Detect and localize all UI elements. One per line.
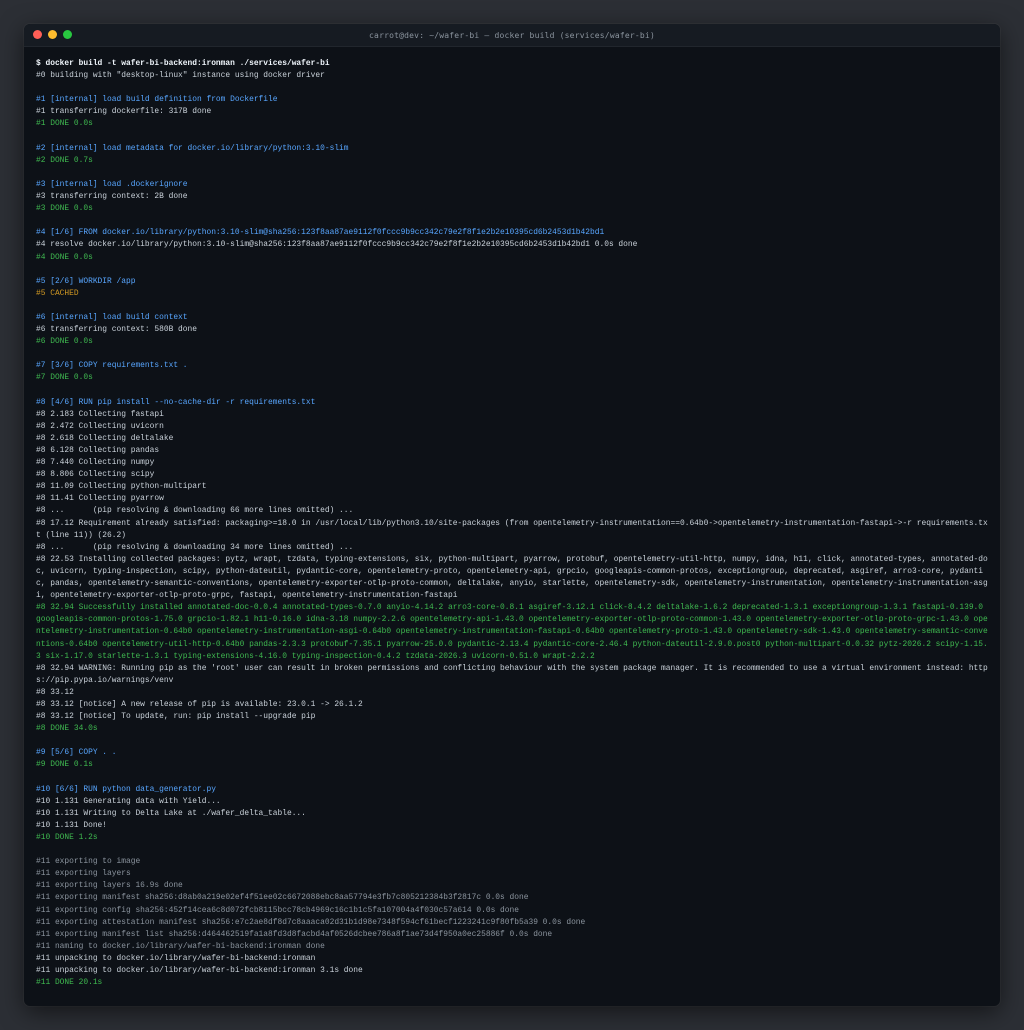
terminal-line: #0 building with "desktop-linux" instanc… (36, 71, 325, 81)
terminal-line: #5 CACHED (36, 288, 79, 298)
terminal-line: #11 exporting config sha256:452f14cea6c8… (36, 905, 519, 915)
terminal-line: #8 6.128 Collecting pandas (36, 446, 160, 455)
terminal-line: #6 transferring context: 580B done (36, 325, 197, 335)
terminal-line: #8 2.183 Collecting fastapi (36, 409, 164, 419)
terminal-line: #8 DONE 34.0s (36, 724, 98, 734)
minimize-window-button[interactable] (48, 30, 57, 39)
terminal-line: #8 33.12 (36, 687, 74, 697)
terminal-line: #3 [internal] load .dockerignore (36, 179, 188, 189)
terminal-line: #9 [5/6] COPY . . (36, 748, 117, 758)
terminal-line: #7 [3/6] COPY requirements.txt . (36, 361, 188, 371)
terminal-line: #9 DONE 0.1s (36, 760, 93, 770)
terminal-line: #8 7.440 Collecting numpy (36, 458, 155, 468)
terminal-line: #8 11.09 Collecting python-multipart (36, 482, 207, 492)
terminal-line: #4 [1/6] FROM docker.io/library/python:3… (36, 228, 605, 238)
terminal-line: #2 [internal] load metadata for docker.i… (36, 143, 349, 153)
terminal-line: $ docker build -t wafer-bi-backend:ironm… (36, 59, 330, 68)
terminal-line: #10 1.131 Writing to Delta Lake at ./waf… (36, 808, 306, 818)
terminal-output[interactable]: $ docker build -t wafer-bi-backend:ironm… (24, 47, 1000, 1002)
terminal-line: #11 exporting manifest list sha256:d4644… (36, 929, 553, 939)
terminal-line: #8 2.618 Collecting deltalake (36, 433, 174, 443)
terminal-line: #8 22.53 Installing collected packages: … (36, 554, 988, 601)
terminal-line: #10 1.131 Generating data with Yield... (36, 796, 221, 806)
terminal-line: #11 exporting layers (36, 869, 131, 879)
terminal-line: #6 [internal] load build context (36, 312, 188, 322)
terminal-line: #6 DONE 0.0s (36, 337, 93, 347)
terminal-line: #11 unpacking to docker.io/library/wafer… (36, 966, 363, 976)
terminal-line: #11 exporting manifest sha256:d8ab0a219e… (36, 893, 529, 903)
terminal-line: #1 [internal] load build definition from… (36, 95, 278, 105)
terminal-line: #2 DONE 0.7s (36, 155, 93, 165)
zoom-window-button[interactable] (63, 30, 72, 39)
title-bar: carrot@dev: ~/wafer-bi — docker build (s… (24, 24, 1000, 47)
terminal-line: #8 32.94 Successfully installed annotate… (36, 603, 988, 661)
terminal-line: #8 [4/6] RUN pip install --no-cache-dir … (36, 397, 316, 407)
terminal-line: #8 ... (pip resolving & downloading 66 m… (36, 506, 354, 516)
terminal-line: #8 17.12 Requirement already satisfied: … (36, 518, 988, 540)
terminal-line: #4 resolve docker.io/library/python:3.10… (36, 240, 638, 250)
window-title: carrot@dev: ~/wafer-bi — docker build (s… (369, 30, 655, 40)
terminal-line: #10 [6/6] RUN python data_generator.py (36, 784, 216, 794)
terminal-line: #8 11.41 Collecting pyarrow (36, 494, 164, 504)
terminal-line: #5 [2/6] WORKDIR /app (36, 276, 136, 286)
terminal-line: #8 2.472 Collecting uvicorn (36, 421, 164, 431)
terminal-line: #8 32.94 WARNING: Running pip as the 'ro… (36, 663, 988, 685)
terminal-line: #8 33.12 [notice] A new release of pip i… (36, 699, 363, 709)
terminal-line: #11 naming to docker.io/library/wafer-bi… (36, 941, 325, 951)
terminal-line: #8 8.806 Collecting scipy (36, 470, 155, 480)
window-controls (33, 30, 72, 39)
terminal-line: #7 DONE 0.0s (36, 373, 93, 383)
terminal-line: #8 ... (pip resolving & downloading 34 m… (36, 542, 354, 552)
terminal-line: #11 DONE 20.1s (36, 978, 103, 988)
terminal-line: #1 transferring dockerfile: 317B done (36, 107, 212, 117)
terminal-line: #10 DONE 1.2s (36, 833, 98, 842)
terminal-line: #4 DONE 0.0s (36, 252, 93, 262)
terminal-line: #10 1.131 Done! (36, 820, 108, 830)
terminal-line: #1 DONE 0.0s (36, 119, 93, 129)
terminal-line: #3 transferring context: 2B done (36, 192, 188, 202)
terminal-line: #11 exporting attestation manifest sha25… (36, 917, 586, 927)
close-window-button[interactable] (33, 30, 42, 39)
terminal-line: #8 33.12 [notice] To update, run: pip in… (36, 712, 316, 722)
terminal-window: carrot@dev: ~/wafer-bi — docker build (s… (24, 24, 1000, 1006)
terminal-line: #3 DONE 0.0s (36, 204, 93, 214)
terminal-line: #11 unpacking to docker.io/library/wafer… (36, 953, 316, 963)
terminal-line: #11 exporting layers 16.9s done (36, 881, 183, 891)
terminal-line: #11 exporting to image (36, 857, 141, 867)
